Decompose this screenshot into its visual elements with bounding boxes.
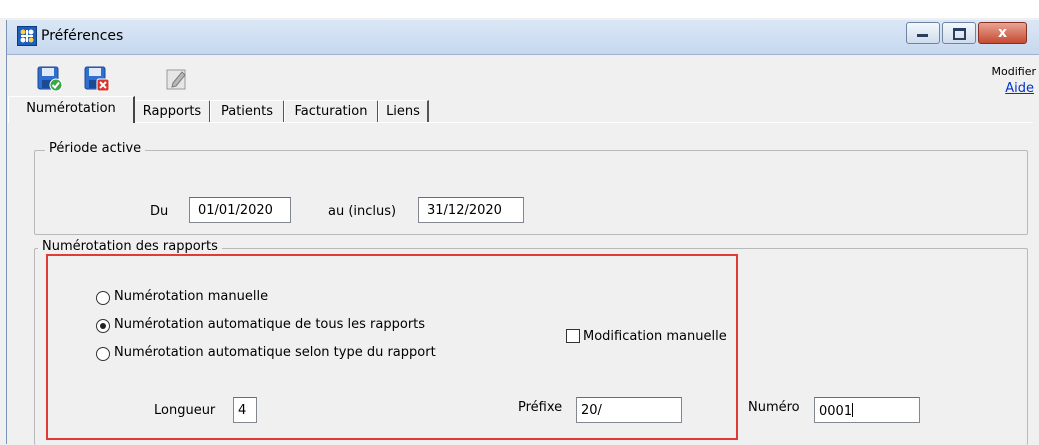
edit-pencil-icon xyxy=(166,69,186,90)
tab-panel-border xyxy=(8,122,1033,123)
tab-label: Facturation xyxy=(294,104,368,119)
close-icon: x xyxy=(997,25,1008,41)
minimize-icon xyxy=(917,34,928,37)
radio-numerotation-automatique-tous[interactable] xyxy=(96,319,110,333)
save-cancel-icon xyxy=(84,66,110,92)
longueur-label: Longueur xyxy=(154,403,216,418)
periode-active-group: Période active xyxy=(34,141,1028,235)
radio-numerotation-automatique-type[interactable] xyxy=(96,347,110,361)
numerotation-rapports-title: Numérotation des rapports xyxy=(38,239,222,254)
au-inclus-label: au (inclus) xyxy=(328,204,397,219)
edit-button[interactable] xyxy=(165,67,189,91)
toolbar: Modifier Aide xyxy=(7,55,1039,103)
tab-patients[interactable]: Patients xyxy=(210,100,285,122)
window-title: Préférences xyxy=(41,28,124,44)
prefixe-field[interactable]: 20/ xyxy=(576,397,682,423)
tab-label: Patients xyxy=(220,104,274,119)
prefixe-label: Préfixe xyxy=(518,400,563,415)
modification-manuelle-label[interactable]: Modification manuelle xyxy=(583,329,727,344)
periode-active-title: Période active xyxy=(45,141,146,156)
modification-manuelle-checkbox[interactable] xyxy=(566,329,580,343)
date-fin-field[interactable]: 31/12/2020 xyxy=(418,197,524,223)
numero-label: Numéro xyxy=(748,400,800,415)
aide-link[interactable]: Aide xyxy=(1005,81,1034,96)
tab-label: Numérotation xyxy=(26,101,116,116)
du-label: Du xyxy=(150,204,169,219)
title-bar[interactable]: Préférences x xyxy=(7,20,1039,55)
tab-numerotation[interactable]: Numérotation xyxy=(8,96,135,123)
date-debut-field[interactable]: 01/01/2020 xyxy=(189,197,291,223)
radio-manuelle-label[interactable]: Numérotation manuelle xyxy=(114,289,268,304)
modifier-label: Modifier xyxy=(991,65,1036,78)
minimize-button[interactable] xyxy=(906,22,940,44)
text-caret xyxy=(852,403,854,417)
tab-facturation[interactable]: Facturation xyxy=(284,100,379,122)
maximize-button[interactable] xyxy=(942,22,976,44)
tab-rapports[interactable]: Rapports xyxy=(134,100,211,122)
tab-label: Rapports xyxy=(142,104,202,119)
close-button[interactable]: x xyxy=(978,22,1027,44)
radio-numerotation-manuelle[interactable] xyxy=(96,291,110,305)
save-check-icon xyxy=(37,66,63,92)
radio-automatique-type-label[interactable]: Numérotation automatique selon type du r… xyxy=(114,345,436,360)
longueur-field[interactable]: 4 xyxy=(233,397,257,423)
radio-automatique-tous-label[interactable]: Numérotation automatique de tous les rap… xyxy=(114,317,425,332)
app-icon xyxy=(17,26,37,46)
maximize-icon xyxy=(953,28,966,40)
numero-field[interactable]: 0001 xyxy=(814,397,920,423)
save-confirm-button[interactable] xyxy=(37,66,63,92)
save-cancel-button[interactable] xyxy=(84,66,110,92)
tab-liens[interactable]: Liens xyxy=(378,100,429,122)
top-strip xyxy=(0,0,1039,18)
tab-label: Liens xyxy=(386,104,420,119)
numero-value: 0001 xyxy=(819,404,853,419)
